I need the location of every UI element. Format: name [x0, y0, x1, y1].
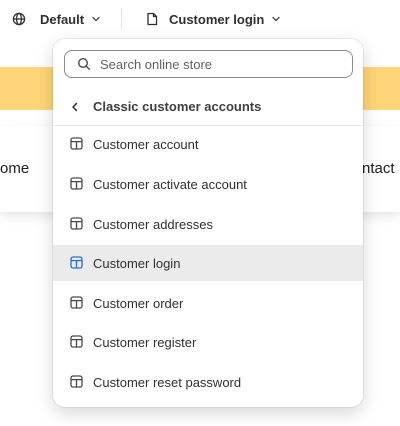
page-icon — [145, 12, 159, 26]
chevron-down-icon — [270, 13, 282, 25]
template-item-label: Customer login — [93, 256, 181, 271]
template-item-label: Customer order — [93, 296, 184, 311]
template-item-label: Customer register — [93, 335, 197, 350]
theme-selector[interactable]: Default — [12, 10, 102, 28]
search-icon — [77, 57, 91, 76]
back-button[interactable]: Classic customer accounts — [53, 87, 363, 125]
layout-template-icon — [70, 217, 83, 235]
topbar-divider — [121, 9, 122, 29]
search-input[interactable] — [100, 54, 340, 74]
template-item-customer-reset-password[interactable]: Customer reset password — [53, 364, 363, 400]
template-item-customer-order[interactable]: Customer order — [53, 285, 363, 321]
layout-template-icon — [70, 335, 83, 353]
template-item-customer-addresses[interactable]: Customer addresses — [53, 206, 363, 242]
layout-template-icon — [70, 375, 83, 393]
template-item-customer-activate-account[interactable]: Customer activate account — [53, 166, 363, 202]
template-selector[interactable]: Customer login — [145, 10, 282, 28]
template-item-label: Customer reset password — [93, 375, 242, 390]
globe-icon — [12, 12, 26, 26]
layout-template-icon — [70, 296, 83, 314]
template-item-label: Customer account — [93, 137, 199, 152]
chevron-left-icon — [69, 100, 81, 118]
layout-template-icon — [70, 137, 83, 155]
editor-topbar: Default Customer login — [0, 0, 400, 38]
template-dropdown: Classic customer accounts Customer accou… — [53, 39, 363, 407]
template-item-customer-login[interactable]: Customer login — [53, 245, 363, 281]
template-item-customer-account[interactable]: Customer account — [53, 126, 363, 162]
chevron-down-icon — [90, 13, 102, 25]
nav-link-home[interactable]: ome — [0, 160, 29, 177]
template-item-label: Customer addresses — [93, 217, 213, 232]
template-item-customer-register[interactable]: Customer register — [53, 324, 363, 360]
theme-selector-label: Default — [40, 11, 85, 27]
search-box — [64, 50, 353, 78]
nav-link-contact[interactable]: ntact — [362, 160, 395, 177]
layout-template-icon — [70, 256, 83, 274]
template-item-label: Customer activate account — [93, 177, 247, 192]
template-selector-label: Customer login — [169, 11, 265, 27]
section-title: Classic customer accounts — [93, 99, 262, 114]
layout-template-icon — [70, 177, 83, 195]
